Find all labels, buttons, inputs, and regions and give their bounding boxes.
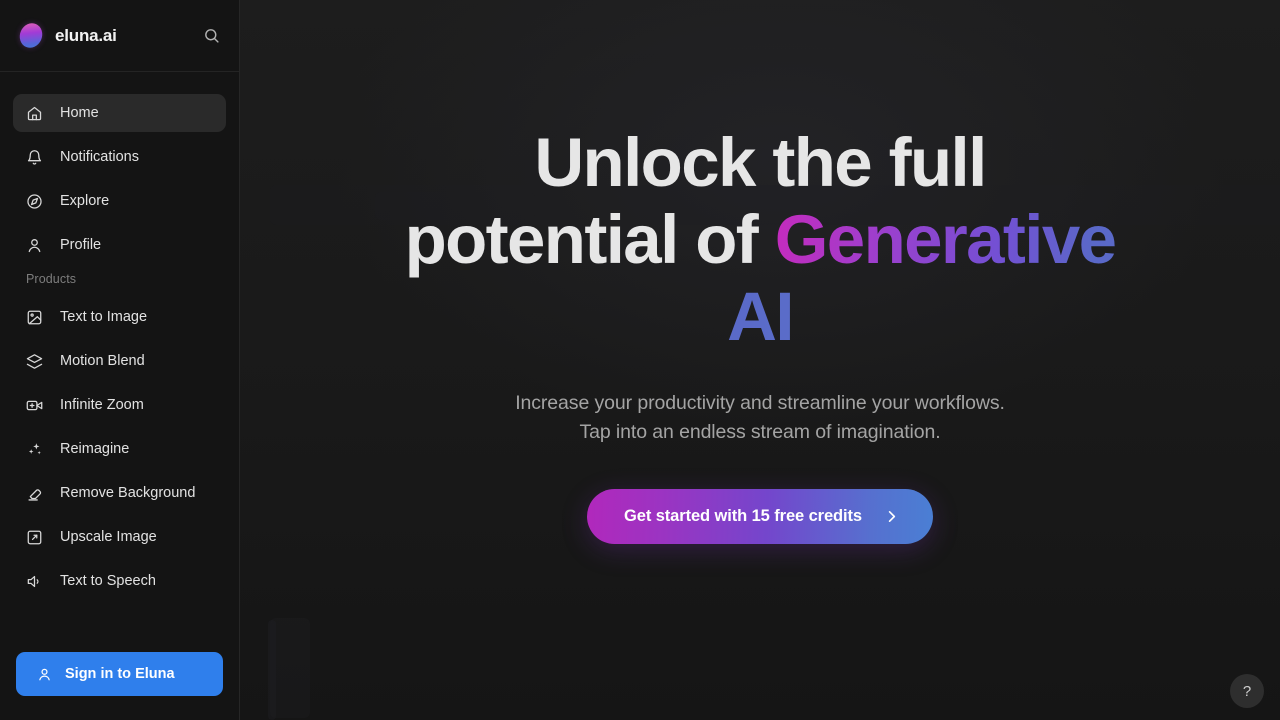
sidebar-item-label: Home xyxy=(60,104,99,121)
sidebar-item-text-to-speech[interactable]: Text to Speech xyxy=(13,562,226,600)
help-button[interactable]: ? xyxy=(1230,674,1264,708)
subtitle-line-1: Increase your productivity and streamlin… xyxy=(515,392,1005,414)
sidebar-item-label: Text to Image xyxy=(60,308,148,325)
sidebar-item-motion-blend[interactable]: Motion Blend xyxy=(13,342,226,380)
sidebar-item-upscale-image[interactable]: Upscale Image xyxy=(13,518,226,556)
sidebar-item-reimagine[interactable]: Reimagine xyxy=(13,430,226,468)
sign-in-button[interactable]: Sign in to Eluna xyxy=(16,652,223,696)
sparkles-icon xyxy=(25,440,43,458)
search-icon[interactable] xyxy=(199,24,223,48)
background-ghost-shape xyxy=(268,620,276,720)
sidebar-item-label: Upscale Image xyxy=(60,528,157,545)
sidebar-item-notifications[interactable]: Notifications xyxy=(13,138,226,176)
sidebar-item-label: Remove Background xyxy=(60,484,196,501)
sidebar-section-products: Products xyxy=(26,272,77,286)
headline-line-1: Unlock the full xyxy=(534,124,987,201)
sidebar-nav: Home Notifications Explore Profile Produ… xyxy=(0,72,239,652)
sign-in-label: Sign in to Eluna xyxy=(65,666,175,682)
sidebar-item-infinite-zoom[interactable]: Infinite Zoom xyxy=(13,386,226,424)
compass-icon xyxy=(25,192,43,210)
sidebar-item-label: Profile xyxy=(60,236,102,253)
sidebar-item-remove-background[interactable]: Remove Background xyxy=(13,474,226,512)
sidebar-item-explore[interactable]: Explore xyxy=(13,182,226,220)
sidebar-item-text-to-image[interactable]: Text to Image xyxy=(13,298,226,336)
sidebar-item-label: Infinite Zoom xyxy=(60,396,144,413)
brand-bar: eluna.ai xyxy=(0,0,239,72)
eluna-gradient-ellipse-logo xyxy=(15,19,47,52)
sidebar-item-label: Reimagine xyxy=(60,440,130,457)
app-root: eluna.ai Home Notifications Explore Prof… xyxy=(0,0,1280,720)
brand-name: eluna.ai xyxy=(55,25,117,45)
user-icon xyxy=(25,236,43,254)
user-icon xyxy=(36,666,53,683)
image-icon xyxy=(25,308,43,326)
layers-icon xyxy=(25,352,43,370)
bell-icon xyxy=(25,148,43,166)
subtitle-line-2: Tap into an endless stream of imaginatio… xyxy=(579,421,941,443)
main-content: Unlock the full potential of Generative … xyxy=(240,0,1280,720)
chevron-right-icon xyxy=(884,509,899,524)
headline-gradient-text: Generative AI xyxy=(727,201,1117,355)
question-mark-icon: ? xyxy=(1242,682,1252,700)
expand-box-icon xyxy=(25,528,43,546)
sidebar-item-label: Notifications xyxy=(60,148,139,165)
get-started-label: Get started with 15 free credits xyxy=(624,507,862,525)
home-icon xyxy=(25,104,43,122)
hero-subtitle: Increase your productivity and streamlin… xyxy=(515,389,1005,447)
signin-container: Sign in to Eluna xyxy=(0,652,239,720)
sidebar-item-label: Explore xyxy=(60,192,110,209)
headline-line-2-plain: potential of xyxy=(404,201,775,278)
background-ghost-shape xyxy=(270,618,310,718)
hero-section: Unlock the full potential of Generative … xyxy=(240,0,1280,544)
cta-container: Get started with 15 free credits xyxy=(587,489,933,544)
sidebar: eluna.ai Home Notifications Explore Prof… xyxy=(0,0,240,720)
eraser-icon xyxy=(25,484,43,502)
sidebar-item-profile[interactable]: Profile xyxy=(13,226,226,264)
sidebar-item-label: Motion Blend xyxy=(60,352,145,369)
speaker-icon xyxy=(25,572,43,590)
get-started-button[interactable]: Get started with 15 free credits xyxy=(587,489,933,544)
sidebar-item-home[interactable]: Home xyxy=(13,94,226,132)
sidebar-item-label: Text to Speech xyxy=(60,572,156,589)
page-title: Unlock the full potential of Generative … xyxy=(370,124,1150,355)
video-plus-icon xyxy=(25,396,43,414)
